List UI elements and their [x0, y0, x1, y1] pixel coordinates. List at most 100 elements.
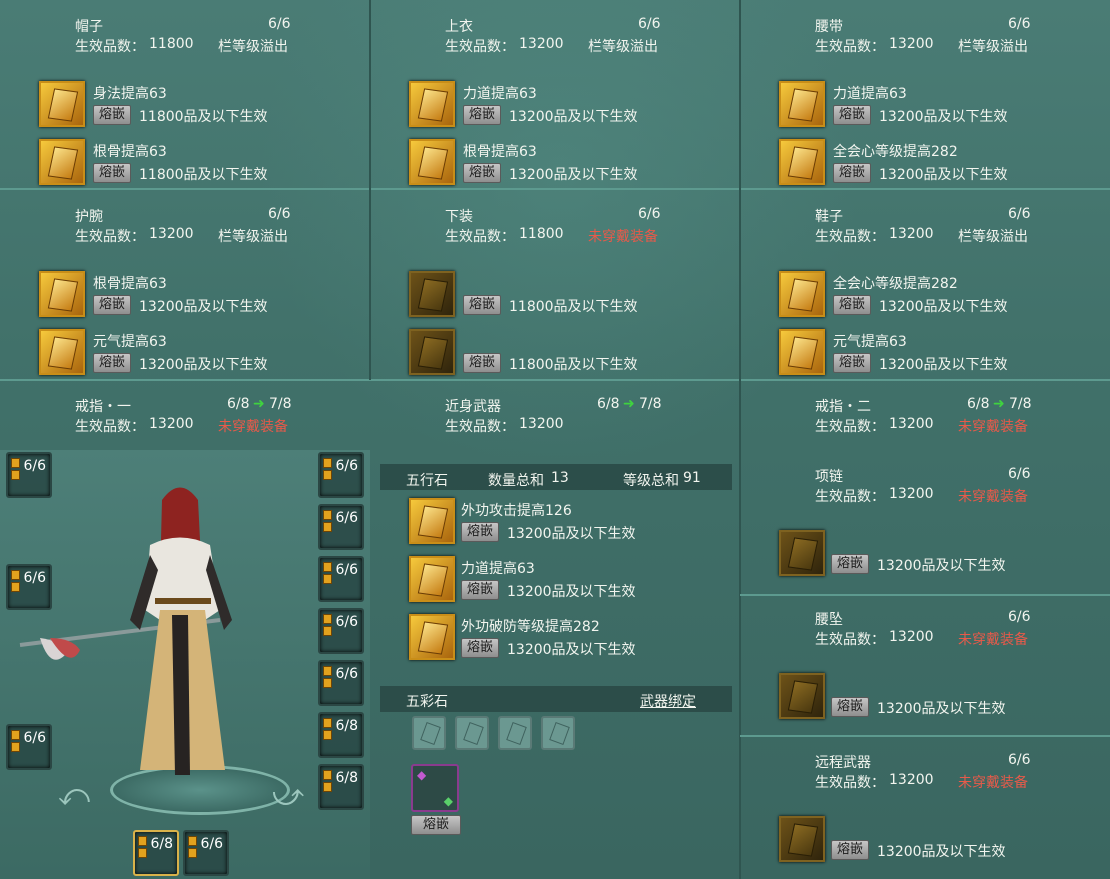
inlay-button[interactable]: 熔嵌	[463, 353, 502, 373]
gem-requirement: 13200品及以下生效	[879, 357, 1008, 373]
gem-icon[interactable]	[779, 530, 825, 576]
gem-icon[interactable]	[409, 139, 455, 185]
equipment-slot[interactable]: 6/8	[318, 712, 364, 758]
inlay-button[interactable]: 熔嵌	[831, 554, 870, 574]
slot-count: 6/6	[23, 458, 46, 474]
gem-icon[interactable]	[779, 139, 825, 185]
gem-requirement: 13200品及以下生效	[507, 526, 636, 542]
divider	[0, 188, 1110, 190]
item-pin: 13200	[889, 772, 934, 788]
equipment-slot[interactable]: 6/6	[6, 564, 52, 610]
equip-status: 栏等级溢出	[958, 229, 1028, 245]
gem-name: 力道提高63	[833, 86, 907, 102]
wucai-slot[interactable]	[541, 716, 575, 750]
inlay-button[interactable]: 熔嵌	[93, 353, 132, 373]
equip-count: 6/6	[268, 16, 291, 32]
equip-count: 6/6	[268, 206, 291, 222]
equip-count: 6/6	[1008, 206, 1031, 222]
inlay-button[interactable]: 熔嵌	[463, 163, 502, 183]
equipment-slot[interactable]: 6/6	[183, 830, 229, 876]
ring1-name: 戒指・一	[75, 399, 131, 415]
weapon-bind-link[interactable]: 武器绑定	[640, 691, 696, 711]
wucai-slot[interactable]	[498, 716, 532, 750]
equip-status: 栏等级溢出	[218, 39, 288, 55]
wuxing-title: 五行石	[406, 473, 448, 489]
gem-icon[interactable]	[409, 498, 455, 544]
inlay-button[interactable]: 熔嵌	[833, 295, 872, 315]
inlay-button[interactable]: 熔嵌	[461, 522, 500, 542]
equip-count: 6/6	[638, 16, 661, 32]
equipment-slot[interactable]: 6/6	[6, 724, 52, 770]
gem-icon[interactable]	[39, 271, 85, 317]
equipment-slot[interactable]: 6/6	[6, 452, 52, 498]
inlay-button[interactable]: 熔嵌	[833, 105, 872, 125]
rotate-right-icon[interactable]: ⤻	[272, 778, 304, 813]
gem-icon[interactable]	[39, 139, 85, 185]
equipment-slot[interactable]: 6/6	[318, 452, 364, 498]
item-pin-label: 生效品数：	[815, 632, 885, 648]
inlay-button[interactable]: 熔嵌	[411, 815, 461, 835]
gem-name: 外功攻击提高126	[461, 503, 572, 519]
equipment-slot[interactable]: 6/6	[318, 660, 364, 706]
gem-icon[interactable]	[39, 329, 85, 375]
gem-requirement: 13200品及以下生效	[877, 558, 1006, 574]
inlay-button[interactable]: 熔嵌	[461, 638, 500, 658]
inlay-button[interactable]: 熔嵌	[461, 580, 500, 600]
socket-gem-icon: ◆	[443, 794, 453, 808]
gem-icon[interactable]	[779, 271, 825, 317]
equip-count: 6/6	[638, 206, 661, 222]
inlay-button[interactable]: 熔嵌	[93, 295, 132, 315]
gem-requirement: 11800品及以下生效	[509, 357, 638, 373]
slot-count: 6/6	[335, 666, 358, 682]
ring1-next: 7/8	[269, 396, 292, 412]
wucai-slot[interactable]	[412, 716, 446, 750]
equip-count: 6/6	[1008, 16, 1031, 32]
slot-gem-icon	[323, 666, 332, 676]
gem-icon[interactable]	[779, 329, 825, 375]
gem-icon[interactable]	[409, 614, 455, 660]
equip-status: 栏等级溢出	[958, 39, 1028, 55]
gem-icon[interactable]	[39, 81, 85, 127]
gem-name: 身法提高63	[93, 86, 167, 102]
gem-name: 根骨提高63	[93, 276, 167, 292]
slot-gem-icon	[323, 718, 332, 728]
gem-icon[interactable]	[779, 673, 825, 719]
equipment-slot[interactable]: 6/8	[318, 764, 364, 810]
gem-icon[interactable]	[409, 556, 455, 602]
inlay-button[interactable]: 熔嵌	[831, 840, 870, 860]
equipment-slot[interactable]: 6/6	[318, 504, 364, 550]
slot-count: 6/6	[23, 730, 46, 746]
equipment-slot[interactable]: 6/6	[318, 608, 364, 654]
inlay-button[interactable]: 熔嵌	[463, 295, 502, 315]
slot-count: 6/6	[335, 510, 358, 526]
equipment-slot[interactable]: 6/8	[133, 830, 179, 876]
slot-count: 6/6	[200, 836, 223, 852]
item-pin-label: 生效品数：	[815, 775, 885, 791]
gem-icon[interactable]	[409, 271, 455, 317]
inlay-button[interactable]: 熔嵌	[831, 697, 870, 717]
equip-name: 下装	[445, 209, 473, 225]
gem-icon[interactable]	[779, 81, 825, 127]
gem-requirement: 11800品及以下生效	[139, 109, 268, 125]
inlay-button[interactable]: 熔嵌	[93, 163, 132, 183]
slot-gem-icon	[11, 570, 20, 580]
gem-icon[interactable]	[409, 81, 455, 127]
slot-gem-icon	[323, 458, 332, 468]
wuxing-qty: 13	[551, 470, 569, 486]
inlay-button[interactable]: 熔嵌	[93, 105, 132, 125]
ring1-count: 6/8	[227, 396, 250, 412]
melee-next: 7/8	[639, 396, 662, 412]
gem-icon[interactable]	[409, 329, 455, 375]
inlay-button[interactable]: 熔嵌	[833, 353, 872, 373]
wucai-socket[interactable]: ◆ ◆	[411, 764, 459, 812]
item-name: 远程武器	[815, 755, 871, 771]
inlay-button[interactable]: 熔嵌	[833, 163, 872, 183]
gem-requirement: 11800品及以下生效	[139, 167, 268, 183]
equipment-slot[interactable]: 6/6	[318, 556, 364, 602]
gem-icon[interactable]	[779, 816, 825, 862]
inlay-button[interactable]: 熔嵌	[463, 105, 502, 125]
wucai-slot[interactable]	[455, 716, 489, 750]
gem-requirement: 13200品及以下生效	[879, 167, 1008, 183]
equip-pin: 11800	[149, 36, 194, 52]
slot-gem-icon	[323, 614, 332, 624]
